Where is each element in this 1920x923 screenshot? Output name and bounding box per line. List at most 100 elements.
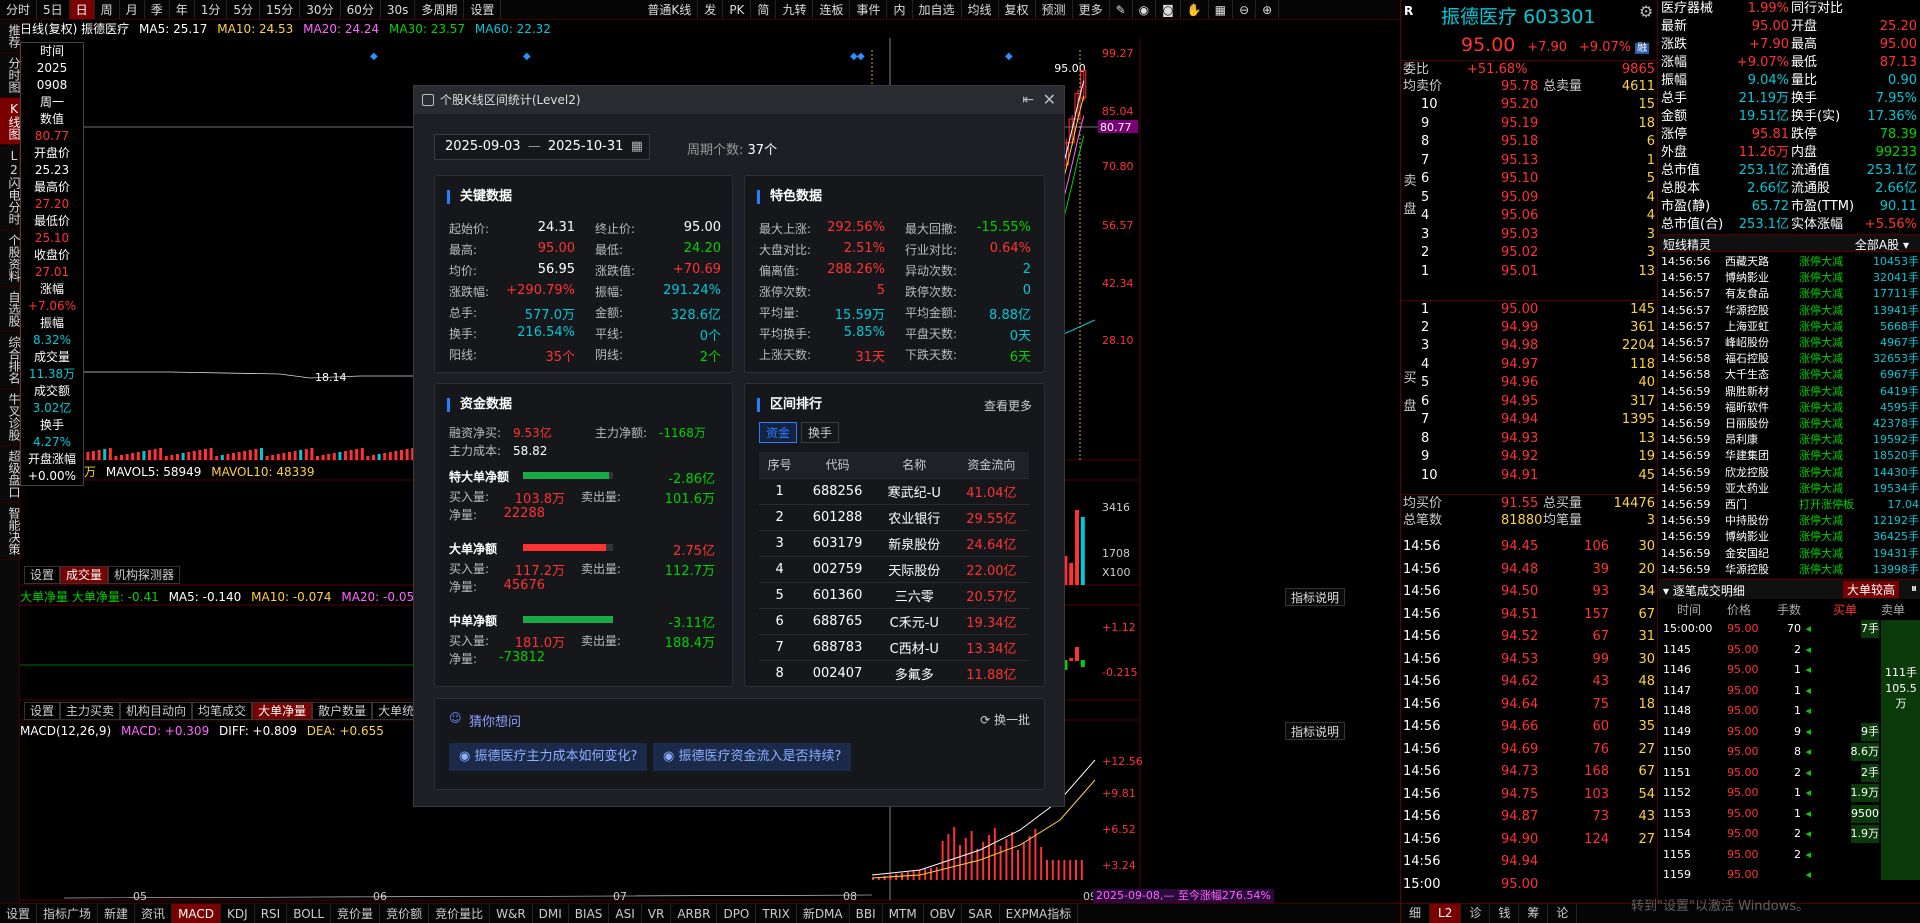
- sell-level-row[interactable]: 5 95.09 4: [1401, 189, 1659, 207]
- short-line-row[interactable]: 14:56:59 中持股份 涨停大减 12192手: [1659, 513, 1920, 529]
- toolbar-item-11[interactable]: 预测: [1036, 0, 1073, 19]
- short-line-row[interactable]: 14:56:57 博纳影业 涨停大减 32041手: [1659, 270, 1920, 286]
- bottom-indicator-tab-17[interactable]: DPO: [717, 904, 757, 923]
- indicator-tab-4[interactable]: 大单净量: [252, 702, 313, 720]
- side-tab-4[interactable]: 个股资料: [0, 230, 21, 287]
- short-line-row[interactable]: 14:56:58 福石控股 涨停大减 32653手: [1659, 351, 1920, 367]
- toolbar-item-10[interactable]: 复权: [999, 0, 1036, 19]
- collapse-icon[interactable]: ⇤: [1022, 86, 1034, 114]
- bottom-indicator-tab-22[interactable]: OBV: [924, 904, 963, 923]
- period-tab-14[interactable]: 设置: [464, 0, 502, 19]
- refresh-button[interactable]: ⟳ 换一批: [980, 711, 1030, 728]
- period-tab-0[interactable]: 分时: [0, 0, 38, 19]
- bottom-indicator-tab-18[interactable]: TRIX: [756, 904, 797, 923]
- bottom-indicator-tab-16[interactable]: ARBR: [671, 904, 718, 923]
- period-tab-2[interactable]: 日: [69, 0, 95, 19]
- rank-row[interactable]: 8 002407 多氟多 11.88亿: [759, 660, 1029, 686]
- buy-level-row[interactable]: 10 94.91 45: [1401, 467, 1659, 485]
- bottom-indicator-tab-1[interactable]: 指标广场: [37, 904, 99, 923]
- toolbar-item-9[interactable]: 均线: [962, 0, 999, 19]
- period-tab-1[interactable]: 5日: [37, 0, 70, 19]
- indicator-help-button-1[interactable]: 指标说明: [1285, 588, 1346, 606]
- close-icon[interactable]: ✕: [1043, 86, 1056, 114]
- period-tab-5[interactable]: 季: [145, 0, 170, 19]
- sell-level-row[interactable]: 2 95.02 3: [1401, 244, 1659, 262]
- toolbar-item-12[interactable]: 更多: [1073, 0, 1110, 19]
- toolbar-item-4[interactable]: 九转: [776, 0, 814, 19]
- rank-row[interactable]: 2 601288 农业银行 29.55亿: [759, 504, 1029, 531]
- right-tab-0[interactable]: 细: [1401, 904, 1431, 923]
- bottom-indicator-tab-21[interactable]: MTM: [883, 904, 924, 923]
- side-tab-9[interactable]: 智能决策: [0, 503, 21, 560]
- zoom-in-icon[interactable]: ⊕: [1256, 0, 1280, 19]
- short-line-filter[interactable]: 全部A股 ▾: [1855, 236, 1909, 253]
- period-tab-8[interactable]: 5分: [227, 0, 261, 19]
- short-line-row[interactable]: 14:56:59 亚太药业 涨停大减 19534手: [1659, 481, 1920, 497]
- side-tab-8[interactable]: 超级盘口: [0, 446, 21, 503]
- buy-level-row[interactable]: 2 94.99 361: [1401, 319, 1659, 337]
- short-line-row[interactable]: 14:56:59 欣龙控股 涨停大减 14430手: [1659, 465, 1920, 481]
- question-1[interactable]: ◉ 振德医疗主力成本如何变化?: [449, 743, 648, 771]
- indicator-tab-0[interactable]: 设置: [24, 702, 61, 720]
- bottom-indicator-tab-2[interactable]: 新建: [98, 904, 136, 923]
- short-line-row[interactable]: 14:56:57 峰岹股份 涨停大减 4967手: [1659, 335, 1920, 351]
- rank-header-cell[interactable]: 资金流向: [953, 452, 1029, 479]
- buy-level-row[interactable]: 3 94.98 2204: [1401, 337, 1659, 355]
- short-line-row[interactable]: 14:56:59 博纳影业 涨停大减 36425手: [1659, 529, 1920, 545]
- short-line-row[interactable]: 14:56:59 西门 打开涨停板 17.04: [1659, 497, 1920, 513]
- zoom-out-icon[interactable]: ⊖: [1233, 0, 1257, 19]
- big-order-button[interactable]: 大单较高: [1842, 581, 1899, 598]
- toolbar-item-6[interactable]: 事件: [850, 0, 888, 19]
- camera-icon[interactable]: ◙: [1156, 0, 1181, 19]
- short-line-row[interactable]: 14:56:59 昂利康 涨停大减 19592手: [1659, 432, 1920, 448]
- bottom-indicator-tab-3[interactable]: 资讯: [135, 904, 173, 923]
- right-tab-4[interactable]: 筹: [1519, 904, 1549, 923]
- buy-level-row[interactable]: 9 94.92 19: [1401, 448, 1659, 466]
- rank-row[interactable]: 1 688256 寒武纪-U 41.04亿: [759, 478, 1029, 505]
- bottom-indicator-tab-8[interactable]: 竞价量: [331, 904, 381, 923]
- short-line-row[interactable]: 14:56:58 大千生态 涨停大减 6967手: [1659, 367, 1920, 383]
- short-line-row[interactable]: 14:56:59 鼎胜新材 涨停大减 6419手: [1659, 384, 1920, 400]
- period-tab-12[interactable]: 30s: [381, 0, 416, 19]
- buy-level-row[interactable]: 5 94.96 40: [1401, 374, 1659, 392]
- toolbar-item-5[interactable]: 连板: [813, 0, 851, 19]
- short-line-row[interactable]: 14:56:57 有友食品 涨停大减 17711手: [1659, 286, 1920, 302]
- eye-icon[interactable]: ◉: [1133, 0, 1157, 19]
- buy-level-row[interactable]: 1 95.00 145: [1401, 300, 1659, 318]
- toolbar-item-3[interactable]: 简: [751, 0, 777, 19]
- short-line-row[interactable]: 14:56:56 西藏天路 涨停大减 10453手: [1659, 254, 1920, 270]
- toolbar-item-1[interactable]: 发: [698, 0, 724, 19]
- bottom-indicator-tab-12[interactable]: DMI: [533, 904, 569, 923]
- period-tab-7[interactable]: 1分: [195, 0, 228, 19]
- period-tab-10[interactable]: 30分: [300, 0, 341, 19]
- right-tab-3[interactable]: 钱: [1490, 904, 1520, 923]
- short-line-row[interactable]: 14:56:59 日丽股份 涨停大减 42378手: [1659, 416, 1920, 432]
- short-line-row[interactable]: 14:56:59 金安国纪 涨停大减 19431手: [1659, 546, 1920, 562]
- toolbar-item-7[interactable]: 内: [887, 0, 913, 19]
- right-tab-2[interactable]: 诊: [1461, 904, 1491, 923]
- short-line-row[interactable]: 14:56:57 华源控股 涨停大减 13941手: [1659, 303, 1920, 319]
- side-tab-0[interactable]: 推荐: [0, 20, 21, 53]
- sell-level-row[interactable]: 8 95.18 6: [1401, 133, 1659, 151]
- right-tab-1[interactable]: L2: [1430, 904, 1462, 923]
- hand-icon[interactable]: ✋: [1181, 0, 1209, 19]
- buy-level-row[interactable]: 4 94.97 118: [1401, 356, 1659, 374]
- sell-level-row[interactable]: 9 95.19 18: [1401, 115, 1659, 133]
- volume-tab-2[interactable]: 机构探测器: [108, 566, 181, 584]
- bottom-indicator-tab-11[interactable]: W&R: [490, 904, 533, 923]
- buy-level-row[interactable]: 6 94.95 317: [1401, 393, 1659, 411]
- side-tab-7[interactable]: 牛叉诊股: [0, 389, 21, 446]
- pencil-icon[interactable]: ✎: [1110, 0, 1133, 19]
- toolbar-item-0[interactable]: 普通K线: [641, 0, 699, 19]
- toolbar-item-2[interactable]: PK: [723, 0, 752, 19]
- volume-tab-0[interactable]: 设置: [24, 566, 61, 584]
- side-tab-1[interactable]: 分时图: [0, 53, 21, 98]
- calendar-icon[interactable]: ▦: [631, 135, 643, 159]
- bottom-indicator-tab-6[interactable]: RSI: [255, 904, 288, 923]
- rank-tab-turnover[interactable]: 换手: [801, 422, 840, 443]
- side-tab-6[interactable]: 综合排名: [0, 332, 21, 389]
- side-tab-3[interactable]: L2闪电分时: [0, 145, 21, 230]
- side-tab-2[interactable]: K线图: [0, 98, 21, 145]
- indicator-tab-3[interactable]: 均笔成交: [192, 702, 253, 720]
- rank-row[interactable]: 5 601360 三六零 20.57亿: [759, 582, 1029, 609]
